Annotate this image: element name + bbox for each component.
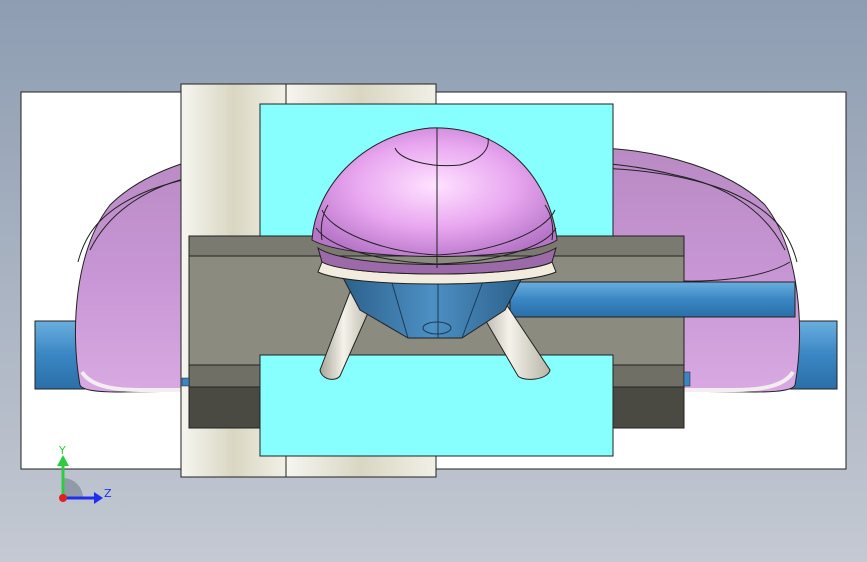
model-view[interactable]: Y Z [0, 0, 867, 562]
triad-z-label: Z [104, 487, 112, 500]
slider-tick-right [683, 371, 691, 387]
graphics-viewport[interactable]: Y Z [0, 0, 867, 562]
cavity-lower-insert[interactable] [259, 354, 614, 457]
slider-lower-left[interactable] [188, 386, 261, 429]
triad-x-axis-dot [59, 494, 67, 502]
triad-y-label: Y [58, 444, 66, 457]
slider-tick-left [181, 377, 190, 387]
runner-horizontal[interactable] [509, 281, 796, 318]
slider-lower-right[interactable] [612, 386, 685, 429]
